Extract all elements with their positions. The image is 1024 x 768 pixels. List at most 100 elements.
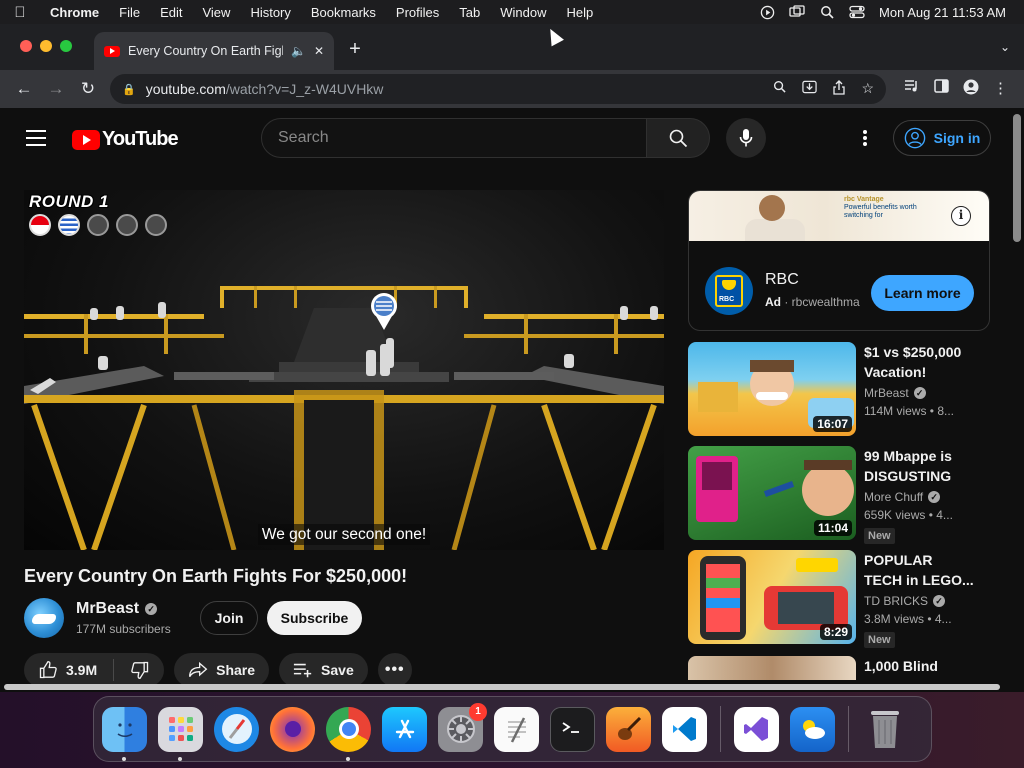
- menu-profiles[interactable]: Profiles: [386, 5, 449, 20]
- chrome-tab-strip: Every Country On Earth Fights For $250,0…: [0, 24, 1024, 70]
- close-window-button[interactable]: [20, 40, 32, 52]
- join-button[interactable]: Join: [200, 601, 258, 635]
- zoom-search-icon[interactable]: [773, 80, 787, 98]
- weather-app-icon[interactable]: [790, 706, 835, 752]
- finder-app-icon[interactable]: [102, 706, 147, 761]
- menu-clock[interactable]: Mon Aug 21 11:53 AM: [879, 5, 1006, 20]
- terminal-app-icon[interactable]: [550, 706, 595, 752]
- ad-banner-text: Powerful benefits worth switching for: [844, 204, 917, 219]
- system-settings-app-icon[interactable]: 1: [438, 702, 487, 752]
- recommended-video[interactable]: 8:29 POPULAR TECH in LEGO... TD BRICKS ✓ …: [688, 550, 988, 648]
- video-title-link[interactable]: $1 vs $250,000 Vacation!: [864, 342, 974, 382]
- sign-in-button[interactable]: Sign in: [893, 120, 991, 156]
- menu-bookmarks[interactable]: Bookmarks: [301, 5, 386, 20]
- ad-info-icon[interactable]: i: [951, 206, 971, 226]
- lock-icon[interactable]: 🔒: [122, 83, 136, 96]
- audio-playing-icon[interactable]: 🔈: [291, 44, 306, 58]
- video-player[interactable]: ROUND 1 We got our second one!: [24, 190, 664, 550]
- bookmark-star-icon[interactable]: ☆: [861, 80, 874, 98]
- youtube-favicon-icon: [104, 45, 120, 57]
- tab-search-chevron-icon[interactable]: ⌄: [1000, 40, 1010, 54]
- side-panel-icon[interactable]: [934, 79, 949, 99]
- back-button[interactable]: ←: [8, 73, 40, 105]
- video-title-link[interactable]: POPULAR TECH in LEGO...: [864, 550, 974, 590]
- textedit-app-icon[interactable]: [494, 706, 539, 752]
- app-store-icon[interactable]: [382, 706, 427, 752]
- forward-button[interactable]: →: [40, 73, 72, 105]
- video-channel-name: MrBeast: [864, 386, 909, 400]
- reload-button[interactable]: ↻: [72, 73, 104, 105]
- subscriber-count: 177M subscribers: [76, 622, 171, 636]
- menu-window[interactable]: Window: [490, 5, 556, 20]
- share-label: Share: [216, 662, 256, 678]
- search-input[interactable]: [278, 129, 630, 147]
- recommended-video[interactable]: 1,000 Blind: [688, 656, 988, 680]
- video-thumbnail[interactable]: [688, 656, 856, 680]
- country-flags: [29, 214, 167, 236]
- recommended-video[interactable]: 11:04 99 Mbappe is DISGUSTING More Chuff…: [688, 446, 988, 544]
- browser-tab-active[interactable]: Every Country On Earth Fights For $250,0…: [94, 32, 334, 70]
- spotlight-search-icon[interactable]: [819, 5, 835, 19]
- empty-flag-slot-icon: [87, 214, 109, 236]
- video-thumbnail[interactable]: 16:07: [688, 342, 856, 436]
- like-button[interactable]: 3.9M: [38, 660, 97, 680]
- sidebar-ad-card[interactable]: rbc Vantage Powerful benefits worth swit…: [688, 190, 990, 331]
- video-title-link[interactable]: 1,000 Blind: [864, 656, 974, 680]
- menu-app-name[interactable]: Chrome: [40, 5, 109, 20]
- chrome-app-icon[interactable]: [326, 706, 371, 761]
- search-field[interactable]: [261, 118, 647, 158]
- dislike-button[interactable]: [130, 660, 150, 680]
- guide-menu-icon[interactable]: [26, 130, 46, 151]
- voice-search-button[interactable]: [726, 118, 766, 158]
- account-circle-icon: [904, 127, 925, 149]
- media-controls-icon[interactable]: [904, 79, 920, 99]
- advertiser-logo-text: RBC: [719, 296, 735, 303]
- control-center-icon[interactable]: [849, 5, 865, 19]
- youtube-logo[interactable]: YouTube: [72, 128, 179, 151]
- horizontal-scrollbar[interactable]: [0, 682, 1010, 692]
- video-thumbnail[interactable]: 8:29: [688, 550, 856, 644]
- video-channel[interactable]: TD BRICKS ✓: [864, 594, 946, 608]
- screen-mirroring-icon[interactable]: [789, 5, 805, 19]
- minimize-window-button[interactable]: [40, 40, 52, 52]
- menu-file[interactable]: File: [109, 5, 150, 20]
- close-tab-icon[interactable]: ✕: [314, 44, 324, 58]
- vscode-app-icon[interactable]: [662, 706, 707, 752]
- fullscreen-window-button[interactable]: [60, 40, 72, 52]
- garageband-app-icon[interactable]: [606, 706, 651, 752]
- chrome-menu-icon[interactable]: ⋮: [993, 79, 1008, 99]
- menu-edit[interactable]: Edit: [150, 5, 192, 20]
- video-title-link[interactable]: 99 Mbappe is DISGUSTING: [864, 446, 974, 486]
- menu-view[interactable]: View: [192, 5, 240, 20]
- search-button[interactable]: [646, 118, 710, 158]
- install-app-icon[interactable]: [802, 80, 818, 98]
- horizontal-scroll-thumb[interactable]: [4, 684, 1000, 690]
- video-channel[interactable]: More Chuff ✓: [864, 490, 941, 504]
- menu-help[interactable]: Help: [557, 5, 604, 20]
- channel-name-link[interactable]: MrBeast ✓: [76, 600, 158, 618]
- recommended-video[interactable]: 16:07 $1 vs $250,000 Vacation! MrBeast ✓ …: [688, 342, 988, 438]
- media-play-icon[interactable]: [759, 5, 775, 19]
- share-page-icon[interactable]: [833, 80, 846, 98]
- launchpad-app-icon[interactable]: [158, 706, 203, 761]
- trash-icon[interactable]: [862, 707, 907, 752]
- subscribe-button[interactable]: Subscribe: [267, 601, 362, 635]
- firefox-app-icon[interactable]: [270, 706, 315, 752]
- ad-domain: rbcwealthma: [791, 295, 860, 309]
- vertical-scroll-thumb[interactable]: [1013, 114, 1021, 242]
- menu-history[interactable]: History: [240, 5, 300, 20]
- subtitle-caption: We got our second one!: [24, 524, 664, 545]
- menu-tab[interactable]: Tab: [449, 5, 490, 20]
- new-tab-button[interactable]: +: [344, 38, 366, 60]
- visual-studio-app-icon[interactable]: [734, 706, 779, 752]
- apple-menu-icon[interactable]: : [0, 4, 40, 21]
- channel-avatar[interactable]: [24, 598, 64, 638]
- safari-app-icon[interactable]: [214, 706, 259, 752]
- learn-more-button[interactable]: Learn more: [871, 275, 974, 311]
- address-bar[interactable]: 🔒 youtube.com/watch?v=J_z-W4UVHkw ☆: [110, 74, 886, 104]
- vertical-scrollbar[interactable]: [1010, 108, 1024, 692]
- settings-more-icon[interactable]: [855, 128, 875, 148]
- profile-avatar-icon[interactable]: [963, 79, 979, 99]
- video-thumbnail[interactable]: 11:04: [688, 446, 856, 540]
- video-channel[interactable]: MrBeast ✓: [864, 386, 926, 400]
